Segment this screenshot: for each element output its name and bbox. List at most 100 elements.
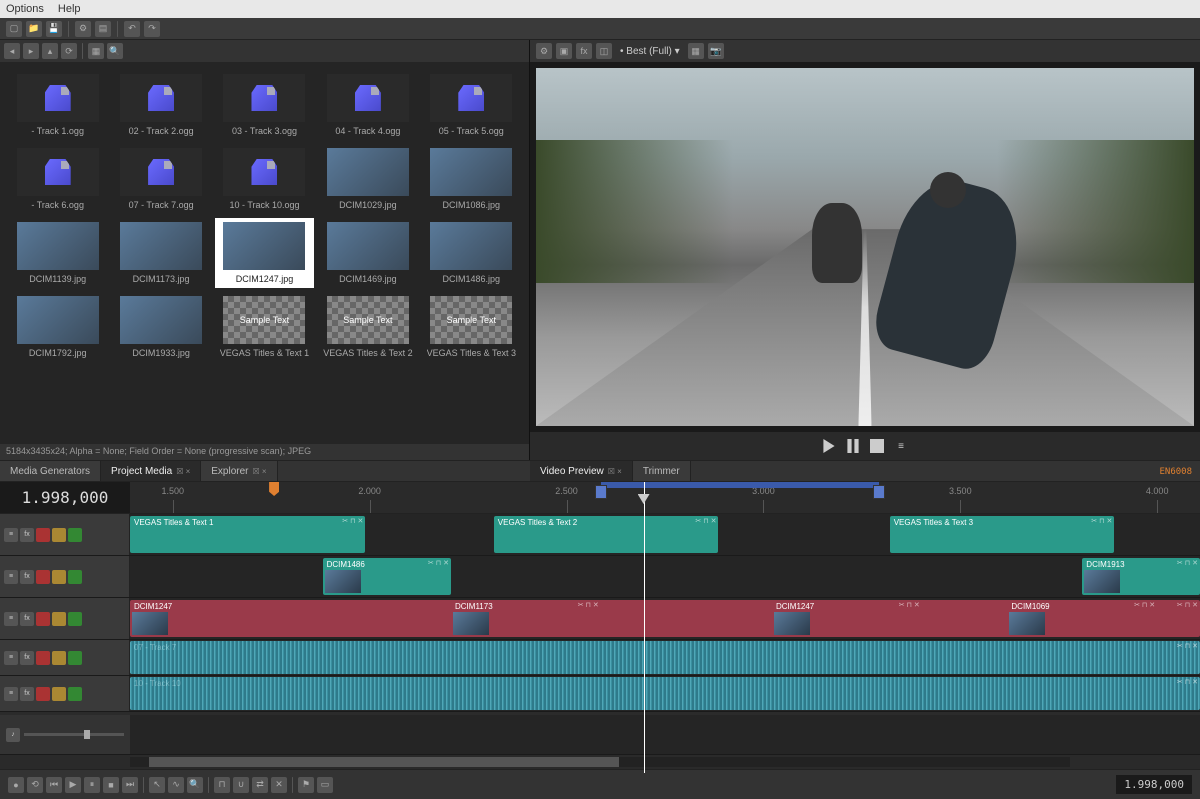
clip-tools-icon[interactable]: ✂ ⊓ ✕ [1177, 642, 1198, 650]
track-btn-icon[interactable]: ≡ [4, 570, 18, 584]
menu-icon[interactable]: ≡ [894, 439, 908, 453]
media-item[interactable]: DCIM1486.jpg [422, 218, 521, 288]
track-btn-icon[interactable]: ≡ [4, 651, 18, 665]
track-record-icon[interactable] [36, 612, 50, 626]
track-record-icon[interactable] [36, 528, 50, 542]
media-item[interactable]: DCIM1086.jpg [422, 144, 521, 214]
save-icon[interactable]: 💾 [46, 21, 62, 37]
track-btn-icon[interactable]: ≡ [4, 687, 18, 701]
track-content[interactable]: VEGAS Titles & Text 1✂ ⊓ ✕VEGAS Titles &… [130, 514, 1200, 555]
loop-end-handle[interactable] [873, 485, 885, 499]
media-item[interactable]: 04 - Track 4.ogg [318, 70, 417, 140]
media-item[interactable]: DCIM1139.jpg [8, 218, 107, 288]
track-mute-icon[interactable] [52, 651, 66, 665]
track-solo-icon[interactable] [68, 528, 82, 542]
tab-trimmer[interactable]: Trimmer [633, 461, 691, 481]
tool-select-icon[interactable]: ↖ [149, 777, 165, 793]
media-fwd-icon[interactable]: ▸ [23, 43, 39, 59]
snap-icon[interactable]: ⊓ [214, 777, 230, 793]
track-btn-icon[interactable]: fx [20, 651, 34, 665]
preview-settings-icon[interactable]: ⚙ [536, 43, 552, 59]
vol-icon[interactable]: ♪ [6, 728, 20, 742]
transport-timecode[interactable]: 1.998,000 [1116, 775, 1192, 794]
play-icon[interactable] [822, 439, 836, 453]
tab-project-media[interactable]: Project Media☒ × [101, 461, 201, 481]
clip[interactable]: DCIM1173✂ ⊓ ✕ [451, 600, 601, 637]
playhead[interactable] [644, 482, 645, 773]
preview-ext-icon[interactable]: ▣ [556, 43, 572, 59]
track-btn-icon[interactable]: fx [20, 612, 34, 626]
clip[interactable]: DCIM1486✂ ⊓ ✕ [323, 558, 451, 595]
track-mute-icon[interactable] [52, 570, 66, 584]
clip-tools-icon[interactable]: ✂ ⊓ ✕ [1134, 601, 1155, 609]
track-btn-icon[interactable]: fx [20, 570, 34, 584]
play-icon[interactable]: ▶ [65, 777, 81, 793]
media-item[interactable]: - Track 6.ogg [8, 144, 107, 214]
tab-explorer[interactable]: Explorer☒ × [201, 461, 277, 481]
pause-icon[interactable] [846, 439, 860, 453]
clip-tools-icon[interactable]: ✂ ⊓ ✕ [1177, 559, 1198, 567]
media-item[interactable]: DCIM1247.jpg [215, 218, 314, 288]
clip-tools-icon[interactable]: ✂ ⊓ ✕ [428, 559, 449, 567]
open-project-icon[interactable]: 📁 [26, 21, 42, 37]
clip-tools-icon[interactable]: ✂ ⊓ ✕ [1177, 601, 1198, 609]
clip[interactable]: DCIM1069✂ ⊓ ✕ [1007, 600, 1157, 637]
stop-icon[interactable] [870, 439, 884, 453]
clip-tools-icon[interactable]: ✂ ⊓ ✕ [1091, 517, 1112, 525]
preview-fx-icon[interactable]: fx [576, 43, 592, 59]
track-content[interactable]: 10 - Track 10✂ ⊓ ✕ [130, 676, 1200, 711]
track-record-icon[interactable] [36, 687, 50, 701]
track-mute-icon[interactable] [52, 612, 66, 626]
autocrossfade-icon[interactable]: ✕ [271, 777, 287, 793]
media-item[interactable]: 07 - Track 7.ogg [111, 144, 210, 214]
media-item[interactable]: Sample TextVEGAS Titles & Text 2 [318, 292, 417, 362]
timeline-ruler[interactable]: 1.5002.0002.5003.0003.5004.000 [130, 482, 1200, 513]
preview-quality-dropdown[interactable]: • Best (Full) ▾ [616, 46, 684, 57]
redo-icon[interactable]: ↷ [144, 21, 160, 37]
track-header[interactable]: ≡fx [0, 514, 130, 555]
clip-tools-icon[interactable]: ✂ ⊓ ✕ [342, 517, 363, 525]
media-item[interactable]: DCIM1469.jpg [318, 218, 417, 288]
undo-icon[interactable]: ↶ [124, 21, 140, 37]
media-search-icon[interactable]: 🔍 [107, 43, 123, 59]
media-item[interactable]: Sample TextVEGAS Titles & Text 3 [422, 292, 521, 362]
stop-icon[interactable]: ■ [103, 777, 119, 793]
track-btn-icon[interactable]: fx [20, 687, 34, 701]
timecode-display[interactable]: 1.998,000 [0, 482, 130, 513]
preview-snapshot-icon[interactable]: 📷 [708, 43, 724, 59]
loop-region[interactable] [601, 482, 879, 488]
render-icon[interactable]: ⚙ [75, 21, 91, 37]
tool-envelope-icon[interactable]: ∿ [168, 777, 184, 793]
clip-tools-icon[interactable]: ✂ ⊓ ✕ [695, 517, 716, 525]
close-icon[interactable]: ☒ × [608, 467, 622, 476]
new-project-icon[interactable]: ▢ [6, 21, 22, 37]
properties-icon[interactable]: ▤ [95, 21, 111, 37]
clip[interactable]: DCIM1913✂ ⊓ ✕ [1082, 558, 1200, 595]
track-solo-icon[interactable] [68, 687, 82, 701]
track-btn-icon[interactable]: ≡ [4, 528, 18, 542]
track-btn-icon[interactable]: ≡ [4, 612, 18, 626]
play-start-icon[interactable]: ⏮ [46, 777, 62, 793]
play-end-icon[interactable]: ⏭ [122, 777, 138, 793]
loop-icon[interactable]: ⟲ [27, 777, 43, 793]
clip[interactable]: VEGAS Titles & Text 3✂ ⊓ ✕ [890, 516, 1115, 553]
preview-viewport[interactable] [536, 68, 1194, 426]
media-item[interactable]: DCIM1933.jpg [111, 292, 210, 362]
clip-tools-icon[interactable]: ✂ ⊓ ✕ [1177, 678, 1198, 686]
track-content[interactable]: DCIM1486✂ ⊓ ✕ DCIM1913✂ ⊓ ✕ [130, 556, 1200, 597]
media-item[interactable]: 03 - Track 3.ogg [215, 70, 314, 140]
pause-icon[interactable]: ⏸ [84, 777, 100, 793]
track-header[interactable]: ≡fx [0, 640, 130, 675]
track-content[interactable]: 07 - Track 7✂ ⊓ ✕ [130, 640, 1200, 675]
tab-media-generators[interactable]: Media Generators [0, 461, 101, 481]
media-back-icon[interactable]: ◂ [4, 43, 20, 59]
media-item[interactable]: - Track 1.ogg [8, 70, 107, 140]
track-record-icon[interactable] [36, 570, 50, 584]
clip[interactable]: 07 - Track 7✂ ⊓ ✕ [130, 641, 1200, 674]
preview-split-icon[interactable]: ◫ [596, 43, 612, 59]
media-item[interactable]: DCIM1792.jpg [8, 292, 107, 362]
menu-help[interactable]: Help [58, 3, 81, 15]
media-item[interactable]: DCIM1029.jpg [318, 144, 417, 214]
track-header[interactable]: ≡fx [0, 676, 130, 711]
menu-options[interactable]: Options [6, 3, 44, 15]
